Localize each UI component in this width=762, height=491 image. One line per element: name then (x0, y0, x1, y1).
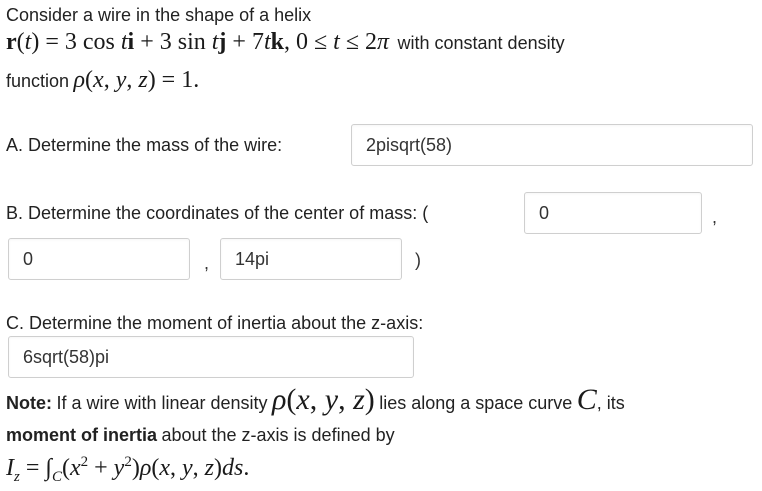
part-c-label: C. Determine the moment of inertia about… (6, 313, 424, 333)
function-label: function (6, 71, 70, 91)
comma-separator-2: , (204, 253, 210, 273)
note-text-4: about the z-axis is defined by (161, 425, 395, 445)
note-text-1: If a wire with linear density (56, 393, 268, 413)
mass-answer-field[interactable]: 2pisqrt(58) (351, 124, 753, 166)
note-text-3: , its (596, 393, 625, 413)
inertia-formula: Iz = ∫C(x2 + y2)ρ(x, y, z)ds. (6, 454, 250, 485)
center-x-value: 0 (539, 202, 550, 223)
close-paren: ) (415, 250, 421, 270)
center-y-value: 0 (23, 248, 34, 269)
note-text-2: lies along a space curve (379, 393, 573, 413)
center-z-value: 14pi (235, 248, 270, 269)
problem-intro: Consider a wire in the shape of a helix (6, 5, 312, 25)
curve-symbol: C (576, 383, 597, 416)
note-line-2: moment of inertia about the z-axis is de… (6, 424, 395, 446)
note-density-symbol: ρ(x, y, z) (272, 383, 375, 416)
moment-of-inertia-term: moment of inertia (6, 425, 158, 445)
note-line-1: Note: If a wire with linear density ρ(x,… (6, 383, 625, 418)
helix-equation: r(t) = 3 cos ti + 3 sin tj + 7tk, 0 ≤ t … (6, 29, 390, 55)
center-x-field[interactable]: 0 (524, 192, 702, 234)
density-function-line: function ρ(x, y, z) = 1. (6, 66, 199, 96)
part-b-label: B. Determine the coordinates of the cent… (6, 203, 429, 223)
inertia-answer-field[interactable]: 6sqrt(58)pi (8, 336, 414, 378)
note-label: Note: (6, 393, 52, 413)
inertia-answer-value: 6sqrt(58)pi (23, 346, 110, 367)
mass-answer-value: 2pisqrt(58) (366, 134, 453, 155)
comma-separator-1: , (712, 207, 718, 227)
density-function: ρ(x, y, z) = 1. (73, 67, 200, 93)
part-a-label: A. Determine the mass of the wire: (6, 135, 283, 155)
center-y-field[interactable]: 0 (8, 238, 190, 280)
with-density-text: with constant density (397, 33, 565, 53)
center-z-field[interactable]: 14pi (220, 238, 402, 280)
helix-equation-line: r(t) = 3 cos ti + 3 sin tj + 7tk, 0 ≤ t … (6, 28, 565, 58)
